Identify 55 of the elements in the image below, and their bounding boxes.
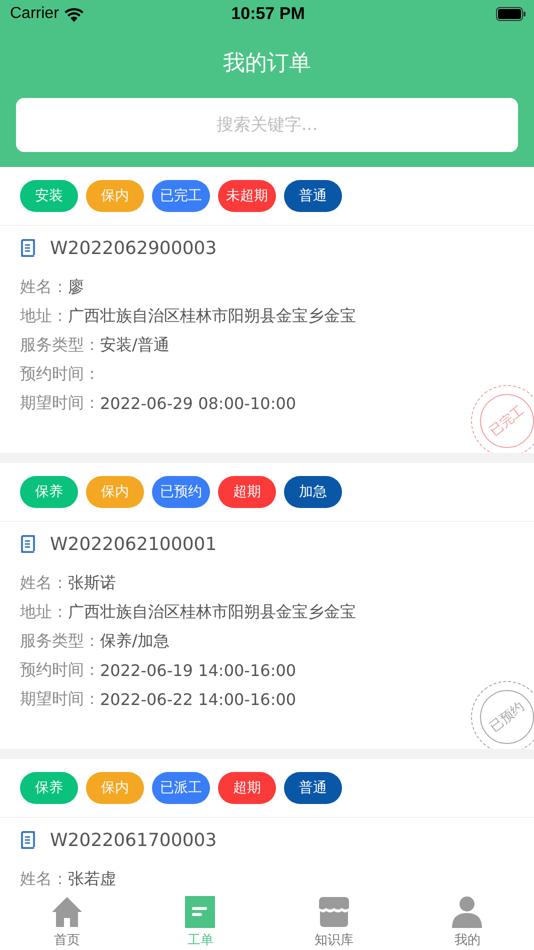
document-icon [20,238,38,258]
order-tag: 安装 [20,180,78,212]
storefront-icon [318,896,350,928]
field-label: 地址： [20,602,68,623]
field-value: 2022-06-29 08:00-10:00 [100,394,296,413]
field-label: 服务类型： [20,631,100,652]
order-tag: 保内 [86,476,144,508]
field-value: 广西壮族自治区桂林市阳朔县金宝乡金宝 [68,602,356,623]
field-label: 姓名： [20,573,68,594]
field-value: 张斯诺 [68,573,116,594]
order-tag: 未超期 [218,180,276,212]
house-icon [50,896,83,928]
document-icon [20,830,38,850]
order-tag: 保养 [20,772,78,804]
order-tag: 保内 [86,772,144,804]
clock-time: 10:57 PM [231,4,305,24]
tab-item[interactable]: 知识库 [267,890,400,950]
document-icon [185,896,216,928]
field-value: 廖 [68,277,84,298]
document-icon [20,534,38,554]
field-value: 安装/普通 [100,335,170,356]
field-value: 广西壮族自治区桂林市阳朔县金宝乡金宝 [68,306,356,327]
field-label: 预约时间： [20,364,100,385]
field-value: 张若虚 [68,869,116,890]
tab-item[interactable]: 我的 [400,890,534,950]
page-title: 我的订单 [222,50,312,78]
order-tag: 超期 [218,476,276,508]
field-value: 2022-06-22 14:00-16:00 [100,690,296,709]
carrier-label: Carrier [10,5,59,23]
order-tag: 已派工 [152,772,210,804]
field-value: 保养/加急 [100,631,170,652]
field-label: 预约时间： [20,660,100,681]
order-number[interactable]: W2022061700003 [50,830,217,850]
order-tag: 已预约 [152,476,210,508]
tab-item[interactable]: 首页 [0,890,134,950]
order-tag: 普通 [284,180,342,212]
order-tag: 加急 [284,476,342,508]
field-label: 期望时间： [20,689,100,710]
field-label: 姓名： [20,869,68,890]
wifi-icon [64,6,84,22]
order-tag: 保内 [86,180,144,212]
order-tag: 超期 [218,772,276,804]
order-tag: 保养 [20,476,78,508]
field-label: 地址： [20,306,68,327]
order-tag: 已完工 [152,180,210,212]
field-label: 期望时间： [20,393,100,414]
field-value: 2022-06-19 14:00-16:00 [100,661,296,680]
field-label: 服务类型： [20,335,100,356]
field-label: 姓名： [20,277,68,298]
order-tag: 普通 [284,772,342,804]
order-number[interactable]: W2022062900003 [50,238,217,258]
person-icon [451,896,484,928]
search-field[interactable]: 搜索关键字... [16,98,518,152]
battery-icon [496,7,526,21]
order-number[interactable]: W2022062100001 [50,534,217,554]
